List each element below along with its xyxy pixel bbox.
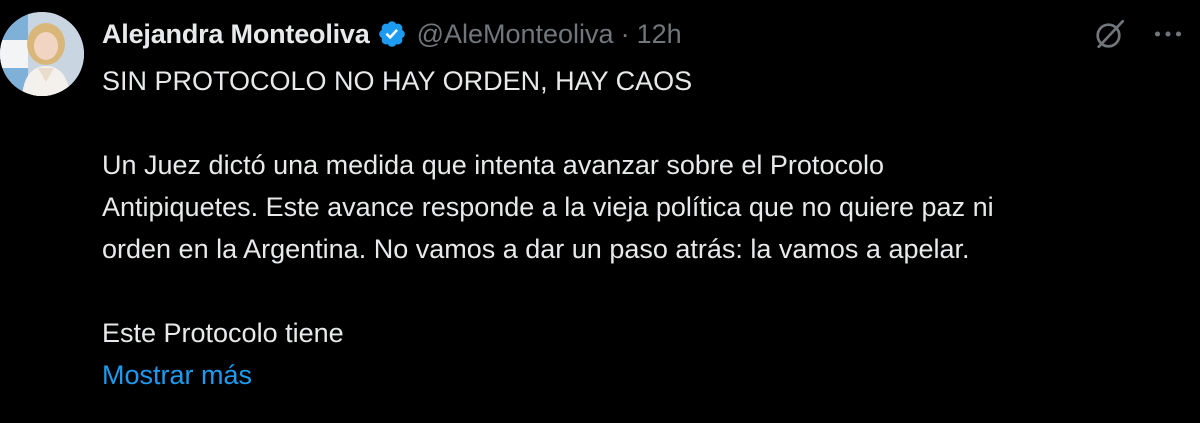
tweet-paragraph: Un Juez dictó una medida que intenta ava… [102,144,1162,270]
tweet-line: orden en la Argentina. No vamos a dar un… [102,234,970,264]
show-more-link[interactable]: Mostrar más [102,354,1162,396]
tweet-paragraph-2: Este Protocolo tiene [102,318,344,348]
tweet-headline: SIN PROTOCOLO NO HAY ORDEN, HAY CAOS [102,66,693,96]
tweet-actions [1092,16,1186,52]
tweet-line: Antipiquetes. Este avance responde a la … [102,192,994,222]
more-options-icon[interactable] [1150,16,1186,52]
profile-photo-icon [0,12,84,96]
verified-badge-icon[interactable] [377,19,407,49]
avatar[interactable] [0,12,84,96]
display-name[interactable]: Alejandra Monteoliva [102,19,370,50]
timestamp[interactable]: 12h [637,19,682,50]
tweet-header: Alejandra Monteoliva @AleMonteoliva · 12… [102,14,682,54]
handle[interactable]: @AleMonteoliva [417,19,614,50]
tweet-line: Un Juez dictó una medida que intenta ava… [102,150,884,180]
tweet-text: SIN PROTOCOLO NO HAY ORDEN, HAY CAOS Un … [102,60,1162,396]
tweet-card[interactable]: Alejandra Monteoliva @AleMonteoliva · 12… [0,0,1200,423]
separator-dot: · [620,18,630,49]
grok-icon[interactable] [1092,16,1128,52]
